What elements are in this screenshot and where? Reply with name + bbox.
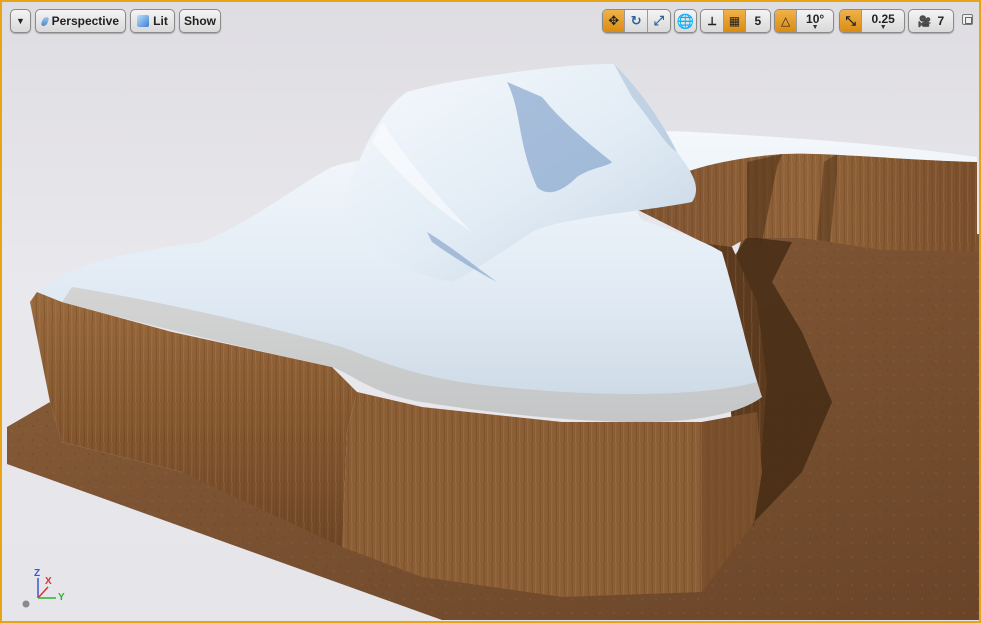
rotate-icon: ↻ (630, 13, 642, 28)
camera-speed-value: 7 (937, 14, 945, 28)
transform-mode-group: ✥ ↻ ⤢ (602, 9, 671, 33)
scale-snap-group: ⤡ 0.25 ▼ (839, 9, 905, 33)
scale-snap-toggle[interactable]: ⤡ (840, 10, 863, 32)
viewport-options-button[interactable]: ▼ (10, 9, 31, 33)
axis-y-label: Y (58, 592, 65, 603)
rotate-mode-button[interactable]: ↻ (625, 10, 648, 32)
view-mode-button[interactable]: Perspective (35, 9, 126, 33)
lit-cube-icon (137, 15, 150, 27)
globe-icon: 🌐 (676, 12, 695, 29)
grid-icon: ▦ (728, 14, 741, 28)
axis-lines (22, 578, 56, 608)
restore-icon (965, 17, 972, 24)
rotation-snap-group: △ 10° ▼ (774, 9, 834, 33)
grid-snap-value-dropdown[interactable]: 5 (746, 10, 770, 32)
camera-speed-icon: 🎥 (917, 15, 932, 28)
grid-snap-value: 5 (754, 14, 762, 28)
axis-z-label: Z (34, 568, 41, 579)
scale-mode-button[interactable]: ⤢ (648, 10, 670, 32)
chevron-down-icon: ▼ (16, 16, 25, 26)
coordinate-system-button[interactable]: 🌐 (674, 9, 697, 33)
axis-gizmo: Z X Y (18, 568, 74, 608)
scale-arrow-icon: ⤢ (653, 13, 665, 28)
grid-snap-toggle[interactable]: ▦ (724, 10, 746, 32)
surface-snap-button[interactable]: ⟂ (701, 10, 725, 32)
camera-speed-button[interactable]: 🎥 7 (908, 9, 954, 33)
maximize-viewport-button[interactable] (962, 14, 973, 25)
rotation-snap-value-dropdown[interactable]: 10° ▼ (797, 10, 833, 32)
show-flags-button[interactable]: Show (179, 9, 221, 33)
translate-mode-button[interactable]: ✥ (603, 10, 626, 32)
caret-down-icon: ▼ (879, 24, 887, 31)
terrain-scene (7, 64, 979, 620)
grid-snap-group: ⟂ ▦ 5 (700, 9, 771, 33)
caret-down-icon: ▼ (811, 24, 819, 31)
scale-snap-icon: ⤡ (845, 13, 856, 28)
scale-snap-value-dropdown[interactable]: 0.25 ▼ (862, 10, 904, 32)
view-mode-label: Perspective (51, 14, 119, 28)
angle-triangle-icon: △ (781, 14, 791, 28)
perspective-camera-icon (40, 16, 50, 26)
axis-x-label: X (45, 576, 52, 587)
lit-label: Lit (153, 14, 168, 28)
level-viewport[interactable]: ▼ Perspective Lit Show ✥ ↻ ⤢ 🌐 ⟂ ▦ 5 △ 1… (0, 0, 981, 623)
move-arrows-icon: ✥ (608, 13, 620, 28)
rotation-snap-toggle[interactable]: △ (775, 10, 798, 32)
show-label: Show (184, 14, 216, 28)
lit-view-mode-button[interactable]: Lit (130, 9, 175, 33)
surface-snap-icon: ⟂ (708, 13, 717, 28)
